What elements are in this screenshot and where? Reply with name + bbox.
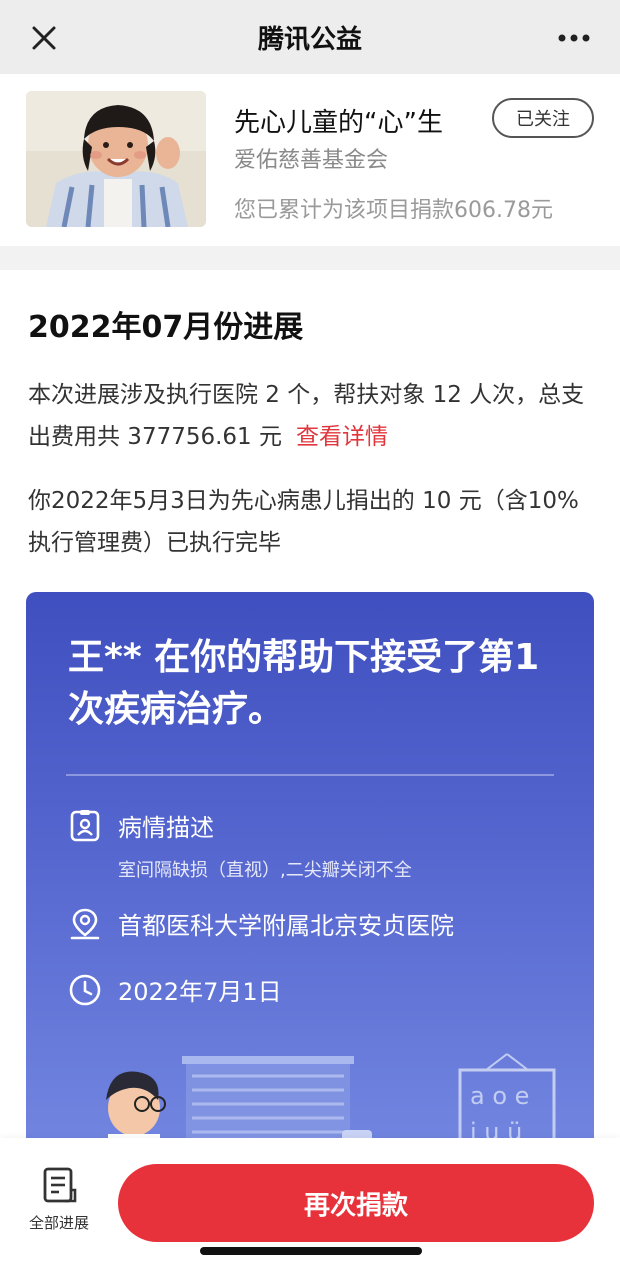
project-thumbnail	[26, 91, 206, 227]
card-illustration: a o e i u ü	[106, 1053, 556, 1152]
all-progress-button[interactable]: 全部进展	[24, 1166, 94, 1233]
donate-again-button[interactable]: 再次捐款	[118, 1164, 594, 1242]
card-divider	[66, 774, 554, 776]
card-headline: 王** 在你的帮助下接受了第1 次疾病治疗。	[68, 637, 540, 730]
clock-icon	[69, 974, 101, 1005]
more-icon[interactable]	[556, 22, 592, 54]
page: 腾讯公益 先心儿童的“心”生 爱佑慈善基金会 您已累计为该项目捐款606.78元…	[0, 0, 620, 1268]
hospital-row: 首都医科大学附属北京安贞医院	[68, 906, 454, 941]
project-title: 先心儿童的“心”生	[234, 108, 443, 138]
donation-note: 你2022年5月3日为先心病患儿捐出的 10 元（含10%执行管理费）已执行完毕	[28, 488, 579, 556]
progress-summary: 本次进展涉及执行医院 2 个，帮扶对象 12 人次，总支出费用共 377756.…	[28, 374, 598, 458]
close-icon[interactable]	[28, 22, 60, 54]
project-header[interactable]: 先心儿童的“心”生 爱佑慈善基金会 您已累计为该项目捐款606.78元 已关注	[0, 74, 620, 246]
treatment-date: 2022年7月1日	[118, 978, 282, 1006]
date-row: 2022年7月1日	[68, 972, 282, 1007]
nav-bar: 腾讯公益	[0, 0, 620, 74]
progress-title: 2022年07月份进展	[28, 310, 304, 345]
location-pin-icon	[70, 908, 100, 939]
donated-total: 您已累计为该项目捐款606.78元	[234, 198, 553, 223]
section-divider	[0, 246, 620, 270]
condition-detail: 室间隔缺损（直视）,二尖瓣关闭不全	[118, 860, 412, 881]
view-details-link[interactable]: 查看详情	[296, 424, 388, 450]
medical-record-icon	[70, 809, 100, 841]
home-indicator	[200, 1247, 422, 1255]
treatment-card: 王** 在你的帮助下接受了第1 次疾病治疗。 病情描述 室间隔缺损（直视）,二尖…	[26, 592, 594, 1152]
hospital-name: 首都医科大学附属北京安贞医院	[118, 912, 454, 940]
follow-button[interactable]: 已关注	[492, 98, 594, 138]
document-list-icon	[43, 1167, 77, 1203]
child-photo	[26, 91, 206, 227]
page-title: 腾讯公益	[257, 24, 362, 55]
eye-chart-letters-row1: a o e	[470, 1082, 529, 1110]
project-organization: 爱佑慈善基金会	[234, 148, 389, 173]
all-progress-label: 全部进展	[28, 1214, 89, 1232]
condition-label: 病情描述	[118, 814, 214, 842]
condition-row: 病情描述	[68, 808, 214, 843]
